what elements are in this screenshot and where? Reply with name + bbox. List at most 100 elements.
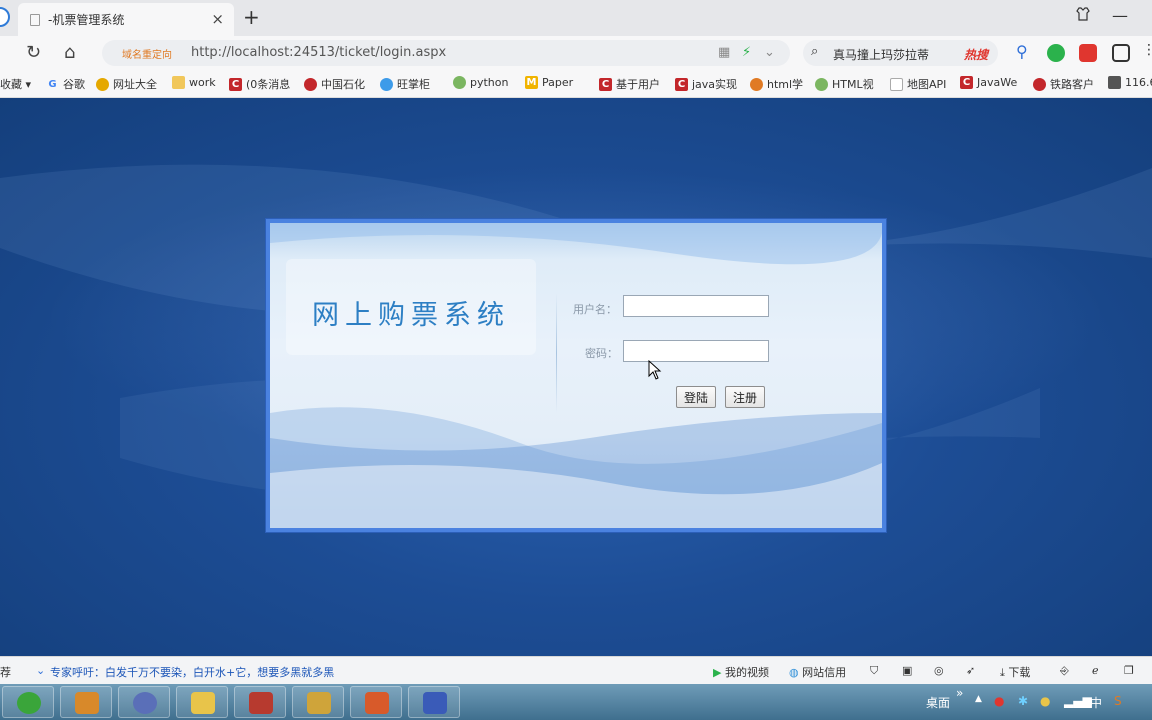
download-icon: ⤓ — [1000, 666, 1005, 679]
search-suggestion[interactable]: 真马撞上玛莎拉蒂 — [833, 46, 929, 63]
hao-icon — [96, 77, 109, 91]
bookmark-python[interactable]: python — [453, 76, 508, 89]
new-tab-button[interactable]: + — [243, 5, 260, 29]
bookmark-csdn-1[interactable]: C (0条消息 — [229, 76, 290, 92]
address-toolbar: ↻ ⌂ 域名重定向 http://localhost:24513/ticket/… — [0, 36, 1152, 70]
address-bar[interactable]: 域名重定向 http://localhost:24513/ticket/logi… — [102, 40, 790, 66]
document-icon — [30, 13, 40, 26]
taskbar-app-vs[interactable] — [408, 686, 460, 718]
image-icon[interactable]: ▣ — [902, 664, 912, 677]
skin-icon[interactable] — [1076, 6, 1090, 25]
download-button[interactable]: ⤓ 下载 — [1000, 664, 1030, 680]
password-input[interactable] — [623, 340, 769, 362]
sinopec-icon — [304, 77, 317, 91]
taskbar-app-book[interactable] — [60, 686, 112, 718]
bookmark-railway[interactable]: 铁路客户 — [1033, 76, 1094, 92]
cast-icon[interactable]: ⎆ — [1060, 664, 1069, 678]
taskbar-app-infinity[interactable] — [118, 686, 170, 718]
csdn-icon: C — [675, 77, 688, 91]
username-input[interactable] — [623, 295, 769, 317]
taskbar-app-notebook[interactable] — [234, 686, 286, 718]
login-button[interactable]: 登陆 — [676, 386, 716, 408]
bookmark-paper[interactable]: M Paper — [525, 76, 573, 89]
status-cut-text: 荐 — [0, 666, 11, 679]
refresh-circle-icon[interactable]: ◎ — [934, 664, 944, 677]
visual-studio-icon — [423, 692, 447, 714]
minimize-icon[interactable]: — — [1112, 6, 1128, 25]
more-icon[interactable]: ⋮ — [1142, 42, 1152, 60]
sogou-icon[interactable]: S — [1114, 694, 1122, 708]
bookmark-favorites[interactable]: 收藏 ▾ — [0, 76, 31, 92]
news-tip-link[interactable]: 专家呼吁：白发千万不要染，白开水+它，想要多黑就多黑 — [50, 664, 334, 680]
bookmark-wangzhanggui[interactable]: 旺掌柜 — [380, 76, 430, 92]
bookmark-html[interactable]: html学 — [750, 76, 803, 92]
csdn-icon: C — [229, 77, 242, 91]
bookmark-sinopec[interactable]: 中国石化 — [304, 76, 365, 92]
taskbar-app-tools[interactable] — [292, 686, 344, 718]
taskbar-app-explorer[interactable] — [176, 686, 228, 718]
credit-icon: ◍ — [789, 666, 799, 679]
bookmark-csdn-2[interactable]: C 基于用户 — [599, 76, 660, 92]
folder-icon — [172, 76, 185, 89]
tray-expand-icon[interactable]: ▲ — [975, 694, 982, 704]
page-icon — [890, 77, 903, 91]
tray-star-icon[interactable]: ✱ — [1018, 694, 1028, 708]
video-icon: ▶ — [713, 666, 722, 679]
taskbar-app-java[interactable] — [350, 686, 402, 718]
system-title: 网上购票系统 — [312, 300, 510, 331]
shield-icon[interactable]: ⛉ — [870, 664, 878, 678]
browser-tab-bar: -机票管理系统 × + — — [0, 0, 1152, 36]
apps-grid-icon[interactable] — [1112, 44, 1130, 62]
rocket-icon[interactable]: ➶ — [966, 664, 975, 677]
chevron-down-icon[interactable]: ⌄ — [36, 664, 45, 677]
start-button[interactable] — [2, 686, 54, 718]
my-video-button[interactable]: ▶ 我的视频 — [713, 664, 769, 680]
search-box[interactable]: ⌕ 真马撞上玛莎拉蒂 热搜 — [803, 40, 998, 66]
page-viewport: 网上购票系统 用户名： 密码： 登陆 注册 — [0, 98, 1152, 656]
ime-indicator[interactable]: 中 — [1090, 694, 1102, 711]
wechat-icon[interactable] — [1047, 44, 1065, 62]
csdn-icon: C — [960, 76, 973, 89]
register-button[interactable]: 注册 — [725, 386, 765, 408]
tools-icon — [307, 692, 331, 714]
hot-search-label[interactable]: 热搜 — [964, 46, 988, 63]
browser-tab[interactable]: -机票管理系统 × — [18, 3, 234, 36]
search-icon: ⌕ — [811, 44, 819, 59]
ie-icon[interactable]: ℯ — [1092, 664, 1099, 677]
tray-app-icon[interactable]: ● — [994, 694, 1004, 708]
bookmark-google[interactable]: G 谷歌 — [46, 76, 85, 92]
login-panel: 网上购票系统 用户名： 密码： 登陆 注册 — [270, 223, 882, 528]
railway-icon — [1033, 77, 1046, 91]
bookmark-hao[interactable]: 网址大全 — [96, 76, 157, 92]
home-icon[interactable]: ⌂ — [64, 42, 75, 63]
office-icon[interactable] — [1079, 44, 1097, 62]
bookmarks-bar: 收藏 ▾ G 谷歌 网址大全 work C (0条消息 中国石化 旺掌柜 pytho… — [0, 70, 1152, 98]
double-chevron-icon[interactable]: » — [956, 686, 963, 700]
network-icon[interactable]: ▂▄▆ — [1064, 694, 1092, 708]
reload-icon[interactable]: ↻ — [26, 42, 41, 63]
bookmark-ip[interactable]: 116.6 — [1108, 76, 1152, 89]
panel-divider — [556, 293, 557, 413]
desktop-toolbar-label[interactable]: 桌面 — [926, 694, 950, 711]
redirect-tag: 域名重定向 — [122, 50, 172, 61]
notebook-icon — [249, 692, 273, 714]
url-text[interactable]: http://localhost:24513/ticket/login.aspx — [191, 45, 446, 60]
chevron-down-icon[interactable]: ⌄ — [764, 45, 775, 60]
qr-icon[interactable]: ▦ — [718, 45, 730, 60]
bookmark-html-video[interactable]: HTML视 — [815, 76, 874, 92]
google-icon: G — [48, 78, 57, 90]
bookmark-csdn-3[interactable]: Cjava实现 — [675, 76, 737, 92]
bookmark-work[interactable]: work — [172, 76, 216, 89]
site-credit-button[interactable]: ◍ 网站信用 — [789, 664, 846, 680]
folder-icon — [191, 692, 215, 714]
window-icon[interactable]: ❐ — [1124, 664, 1134, 677]
password-label: 密码： — [585, 347, 618, 360]
video-icon — [815, 77, 828, 91]
wangzhanggui-icon — [380, 77, 393, 91]
magnifier-icon[interactable]: ⚲ — [1016, 42, 1034, 61]
bookmark-map-api[interactable]: 地图API — [890, 76, 946, 92]
speed-icon[interactable]: ⚡ — [742, 45, 751, 60]
close-tab-icon[interactable]: × — [211, 10, 224, 28]
bookmark-javaweb[interactable]: C JavaWe — [960, 76, 1017, 89]
tray-shield-icon[interactable]: ● — [1040, 694, 1050, 708]
